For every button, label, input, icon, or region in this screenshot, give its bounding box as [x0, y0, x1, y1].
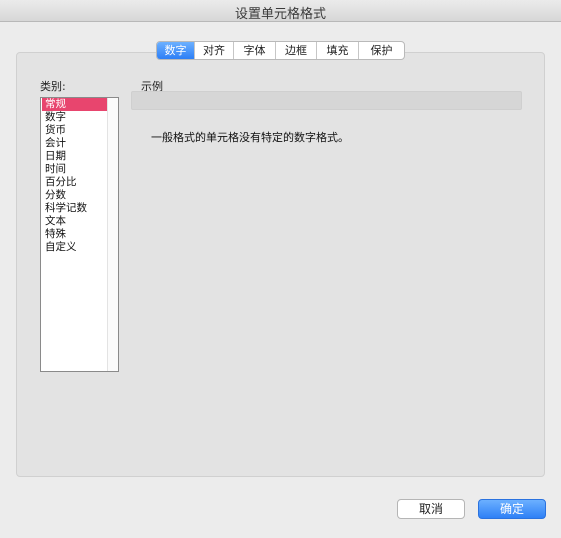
sample-preview	[131, 91, 522, 110]
category-list[interactable]: 常规 数字 货币 会计 日期 时间 百分比 分数 科学记数 文本 特殊 自定义	[40, 97, 119, 372]
tab-font[interactable]: 字体	[234, 42, 276, 59]
tab-alignment[interactable]: 对齐	[195, 42, 234, 59]
window-title: 设置单元格格式	[234, 7, 326, 22]
tab-bar: 数字 对齐 字体 边框 填充 保护	[156, 41, 405, 60]
category-item-date[interactable]: 日期	[42, 150, 108, 163]
category-item-currency[interactable]: 货币	[42, 124, 108, 137]
category-item-accounting[interactable]: 会计	[42, 137, 108, 150]
category-label: 类别:	[40, 80, 66, 93]
category-item-general[interactable]: 常规	[42, 98, 108, 111]
category-item-number[interactable]: 数字	[42, 111, 108, 124]
ok-button[interactable]: 确定	[478, 499, 546, 519]
category-scrollbar[interactable]	[107, 98, 118, 371]
title-bar: 设置单元格格式	[0, 0, 561, 22]
category-item-scientific[interactable]: 科学记数	[42, 202, 108, 215]
tab-fill[interactable]: 填充	[317, 42, 359, 59]
tab-border[interactable]: 边框	[276, 42, 317, 59]
tab-protection[interactable]: 保护	[359, 42, 404, 59]
category-item-special[interactable]: 特殊	[42, 228, 108, 241]
format-description: 一般格式的单元格没有特定的数字格式。	[151, 131, 349, 144]
category-item-text[interactable]: 文本	[42, 215, 108, 228]
tab-number[interactable]: 数字	[157, 42, 195, 59]
category-item-time[interactable]: 时间	[42, 163, 108, 176]
category-item-fraction[interactable]: 分数	[42, 189, 108, 202]
cancel-button[interactable]: 取消	[397, 499, 465, 519]
category-item-percentage[interactable]: 百分比	[42, 176, 108, 189]
category-item-custom[interactable]: 自定义	[42, 241, 108, 254]
